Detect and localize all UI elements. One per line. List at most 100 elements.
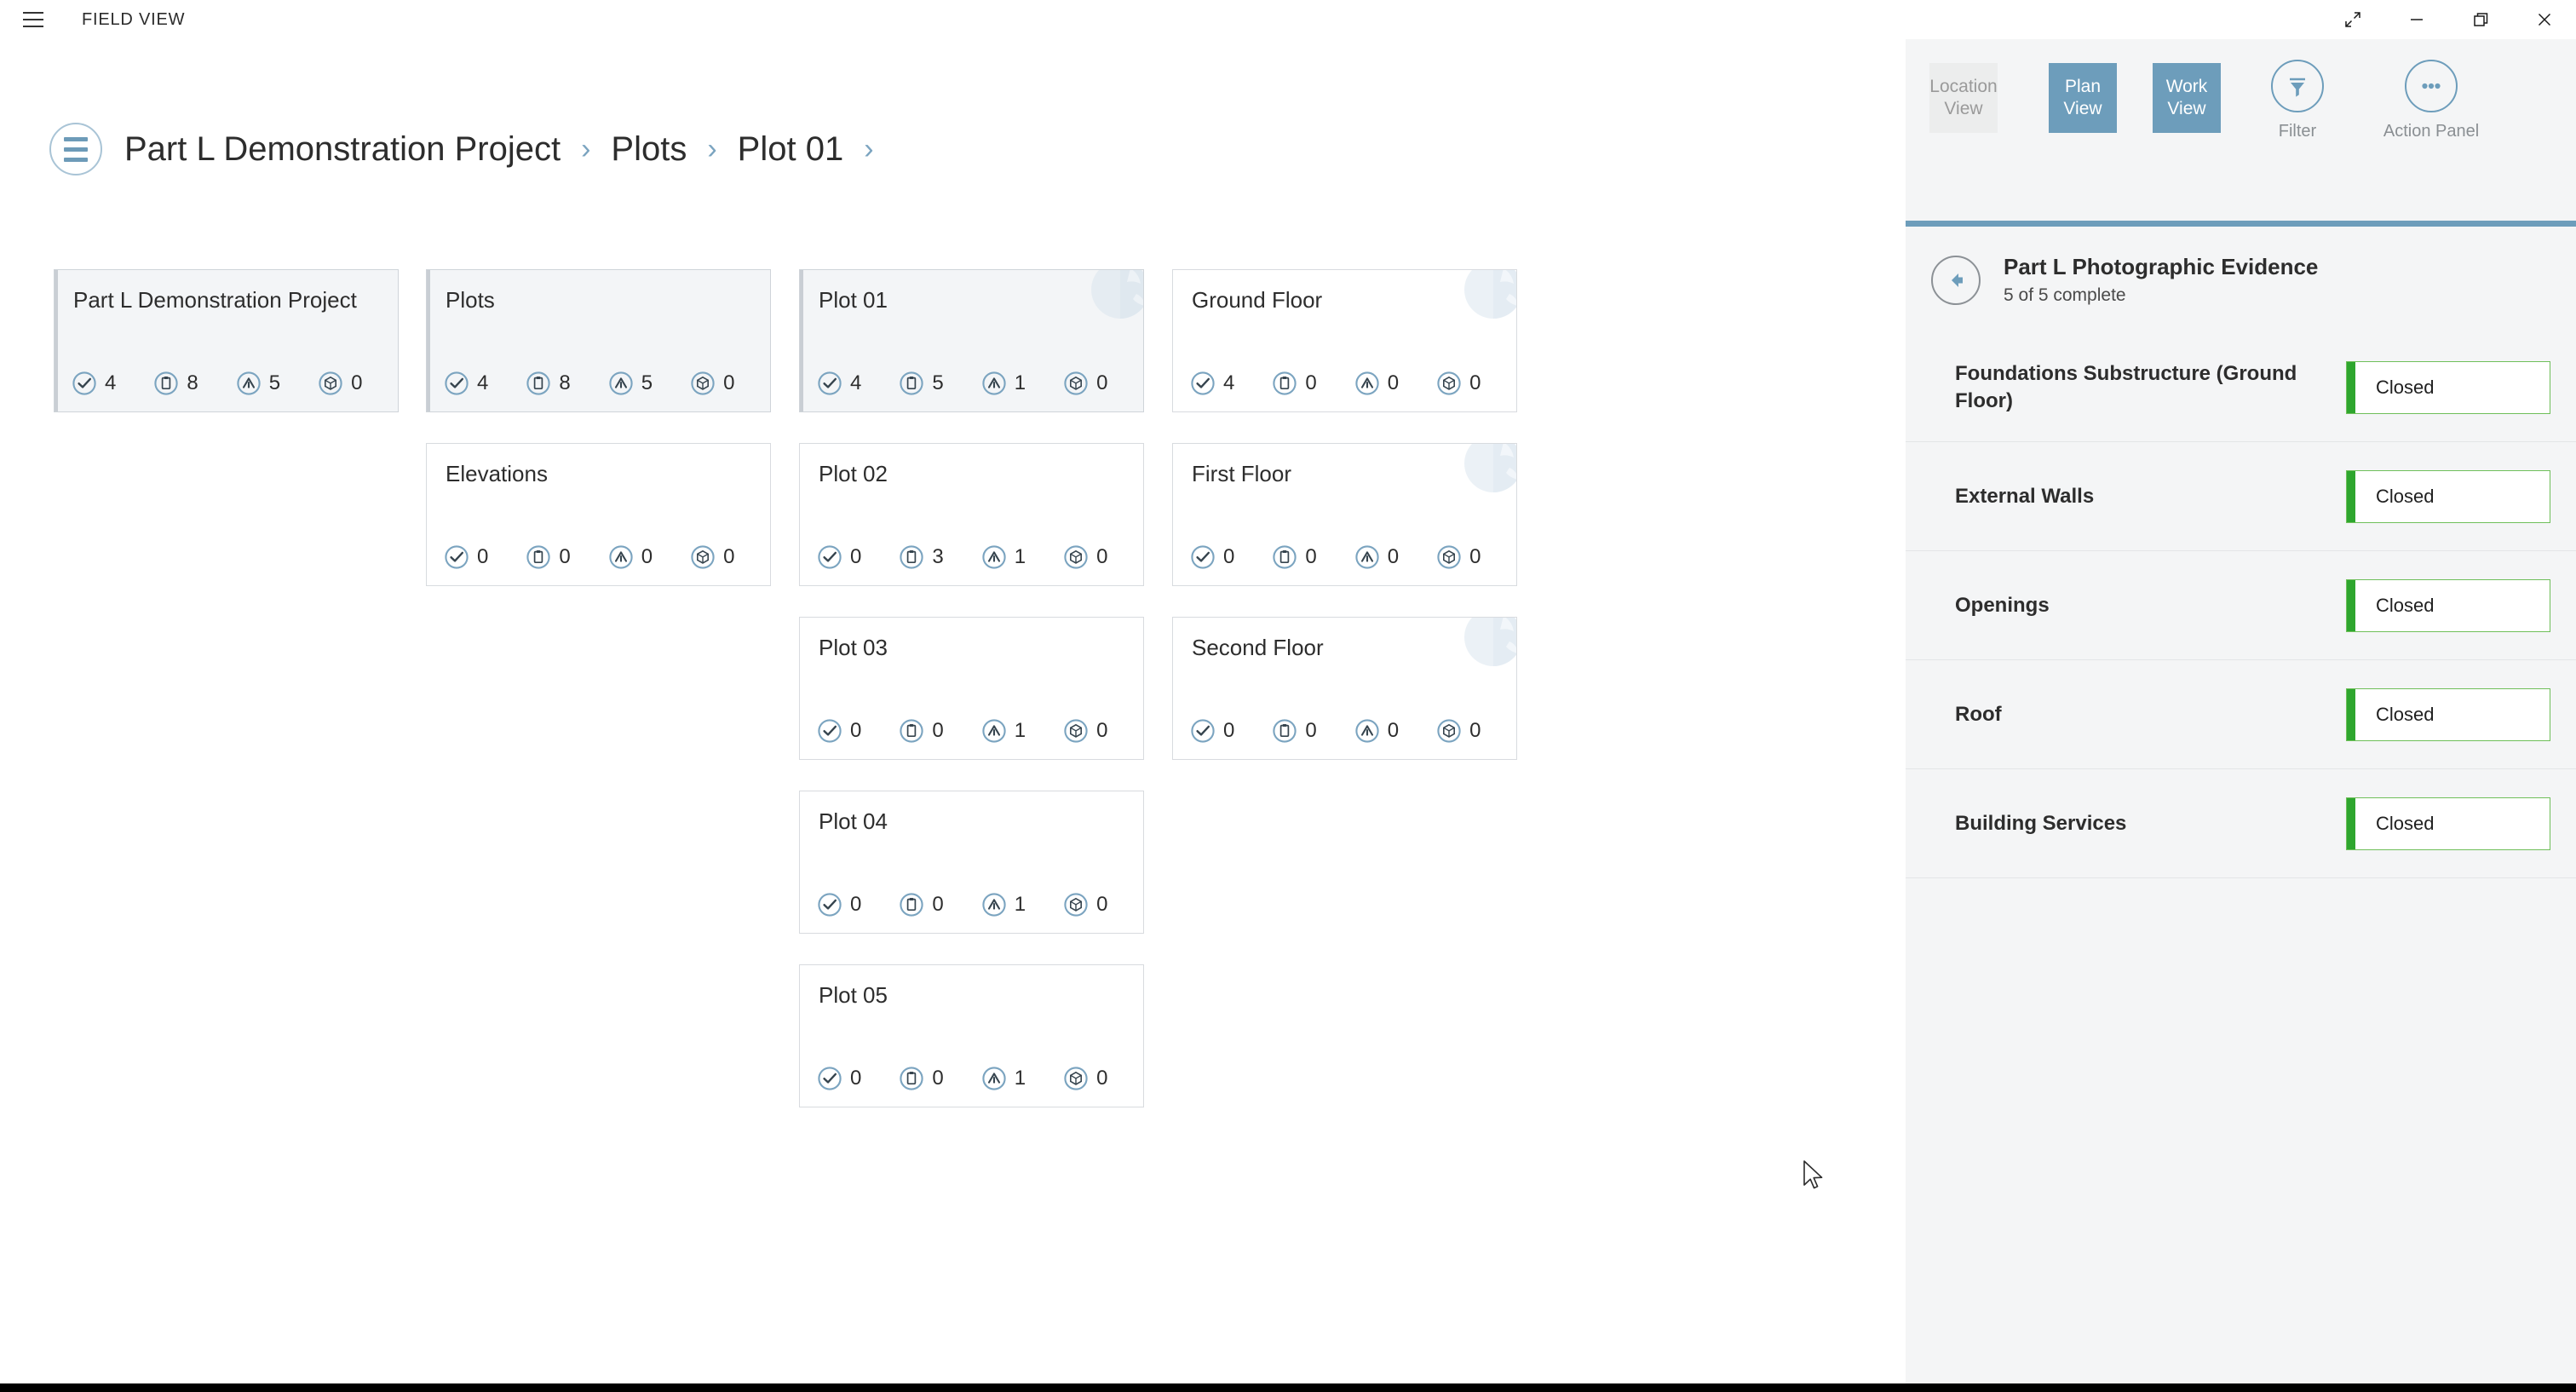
card-stat: 0: [1354, 718, 1399, 744]
work-view-label-line2: View: [2167, 98, 2205, 120]
alert-circle-icon: [981, 892, 1007, 917]
status-badge[interactable]: Closed: [2346, 797, 2550, 850]
alert-circle-icon: [608, 371, 634, 396]
card-watermark-icon: [1457, 269, 1517, 326]
card-stat: 4: [817, 371, 861, 396]
card-stat: 0: [608, 544, 653, 570]
card-stat-value: 8: [559, 373, 570, 394]
check-circle-icon: [817, 371, 842, 396]
card-stat: 0: [899, 718, 943, 744]
card-stat-value: 0: [477, 547, 488, 567]
location-card[interactable]: Elevations0000: [426, 443, 771, 586]
card-stat-value: 0: [723, 547, 734, 567]
clipboard-circle-icon: [1272, 544, 1297, 570]
location-card[interactable]: Plots4850: [426, 269, 771, 412]
card-stat-value: 0: [932, 721, 943, 741]
cube-circle-icon: [690, 371, 716, 396]
cube-circle-icon: [1063, 718, 1089, 744]
card-column: Plot 014510Plot 020310Plot 030010Plot 04…: [799, 269, 1144, 1138]
location-card[interactable]: First Floor0000: [1172, 443, 1517, 586]
breadcrumb-item-plots[interactable]: Plots: [611, 132, 687, 166]
card-stat: 0: [1063, 371, 1107, 396]
card-stat: 0: [1272, 544, 1316, 570]
location-view-button[interactable]: Location View: [1929, 63, 1998, 133]
card-stat-value: 1: [1015, 1068, 1026, 1089]
expand-icon[interactable]: [2320, 0, 2384, 39]
clipboard-circle-icon: [1272, 718, 1297, 744]
location-card[interactable]: Plot 014510: [799, 269, 1144, 412]
card-stat-value: 0: [1223, 547, 1234, 567]
filter-button[interactable]: Filter: [2251, 60, 2344, 141]
card-stat: 0: [1063, 718, 1107, 744]
location-card[interactable]: Ground Floor4000: [1172, 269, 1517, 412]
cube-circle-icon: [1436, 544, 1462, 570]
panel-row[interactable]: OpeningsClosed: [1906, 551, 2576, 660]
location-card[interactable]: Plot 020310: [799, 443, 1144, 586]
restore-icon[interactable]: [2448, 0, 2512, 39]
cube-circle-icon: [1436, 371, 1462, 396]
breadcrumb-item-plot-01[interactable]: Plot 01: [738, 132, 844, 166]
panel-toolbar: Location View Plan View Work View Filter: [1906, 39, 2576, 221]
location-card[interactable]: Part L Demonstration Project4850: [54, 269, 399, 412]
card-stat: 0: [526, 544, 570, 570]
close-icon[interactable]: [2512, 0, 2576, 39]
back-arrow-icon[interactable]: [1931, 256, 1981, 305]
action-panel-button[interactable]: Action Panel: [2384, 60, 2478, 141]
card-stat: 0: [817, 544, 861, 570]
check-circle-icon: [1190, 371, 1216, 396]
card-stat-value: 5: [932, 373, 943, 394]
breadcrumb-item-project[interactable]: Part L Demonstration Project: [124, 132, 561, 166]
minimize-icon[interactable]: [2384, 0, 2448, 39]
card-stat: 0: [1190, 718, 1234, 744]
card-stat-value: 4: [477, 373, 488, 394]
title-bar: FIELD VIEW: [0, 0, 2576, 39]
card-stats: 0310: [817, 544, 1107, 570]
panel-row[interactable]: RoofClosed: [1906, 660, 2576, 769]
breadcrumb-separator: ›: [707, 135, 716, 164]
plan-view-button[interactable]: Plan View: [2049, 63, 2117, 133]
panel-row[interactable]: External WallsClosed: [1906, 442, 2576, 551]
card-stat-value: 0: [1096, 721, 1107, 741]
ellipsis-icon: [2405, 60, 2458, 112]
card-stat: 8: [153, 371, 198, 396]
clipboard-circle-icon: [899, 718, 924, 744]
card-stat: 0: [1063, 892, 1107, 917]
location-card[interactable]: Second Floor0000: [1172, 617, 1517, 760]
location-card[interactable]: Plot 050010: [799, 964, 1144, 1107]
status-badge[interactable]: Closed: [2346, 579, 2550, 632]
card-stat-value: 4: [105, 373, 116, 394]
card-stat-value: 0: [1388, 373, 1399, 394]
card-stats: 4510: [817, 371, 1107, 396]
plan-view-label-line1: Plan: [2065, 76, 2101, 98]
check-circle-icon: [444, 371, 469, 396]
bottom-strip: [0, 1383, 2576, 1392]
panel-row[interactable]: Building ServicesClosed: [1906, 769, 2576, 878]
alert-circle-icon: [981, 1066, 1007, 1091]
location-card[interactable]: Plot 040010: [799, 791, 1144, 934]
card-title: Part L Demonstration Project: [73, 287, 357, 313]
panel-divider: [1906, 221, 2576, 227]
card-stat: 0: [1436, 718, 1481, 744]
card-title: Plot 03: [819, 635, 888, 661]
card-title: Plots: [446, 287, 495, 313]
card-stat: 4: [72, 371, 116, 396]
breadcrumb-menu-icon[interactable]: [49, 123, 102, 175]
hamburger-icon[interactable]: [14, 0, 53, 39]
check-circle-icon: [817, 892, 842, 917]
card-stats: 0010: [817, 1066, 1107, 1091]
check-circle-icon: [817, 544, 842, 570]
breadcrumb-next-icon[interactable]: ›: [864, 135, 873, 164]
right-panel: Location View Plan View Work View Filter: [1906, 39, 2576, 1383]
status-badge[interactable]: Closed: [2346, 361, 2550, 414]
location-card[interactable]: Plot 030010: [799, 617, 1144, 760]
work-view-button[interactable]: Work View: [2153, 63, 2221, 133]
alert-circle-icon: [981, 371, 1007, 396]
card-watermark-icon: [1457, 443, 1517, 500]
card-stat: 0: [1190, 544, 1234, 570]
card-column: Ground Floor4000First Floor0000Second Fl…: [1172, 269, 1517, 791]
status-badge-label: Closed: [2376, 704, 2434, 726]
panel-row[interactable]: Foundations Substructure (Ground Floor)C…: [1906, 333, 2576, 442]
status-badge[interactable]: Closed: [2346, 688, 2550, 741]
status-badge[interactable]: Closed: [2346, 470, 2550, 523]
app-window: FIELD VIEW: [0, 0, 2576, 1392]
